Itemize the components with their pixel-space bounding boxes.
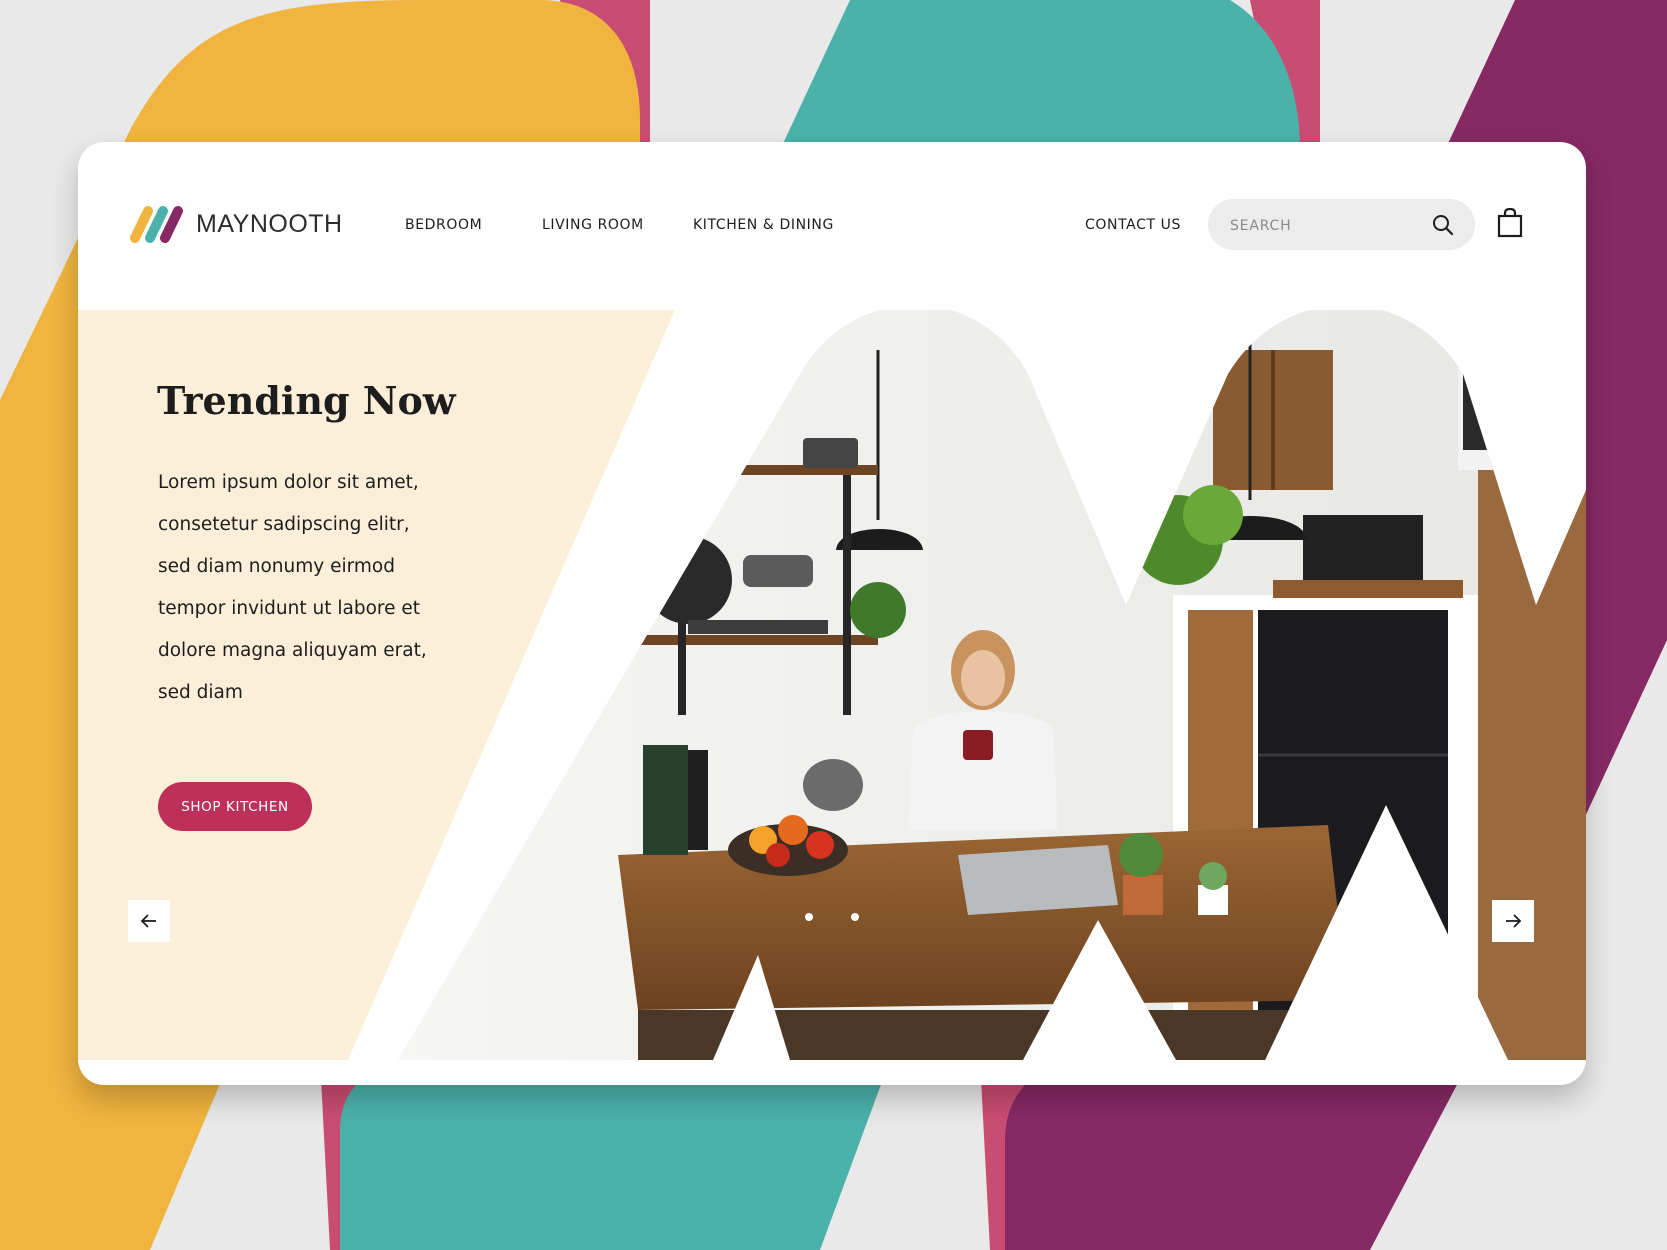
nav-item-kitchen-dining[interactable]: KITCHEN & DINING xyxy=(693,217,834,233)
search-bar xyxy=(1208,199,1475,252)
nav-item-living-room[interactable]: LIVING ROOM xyxy=(542,217,644,233)
carousel-next-button[interactable] xyxy=(1492,900,1534,942)
carousel-dot-2[interactable] xyxy=(851,913,859,921)
search-icon[interactable] xyxy=(1431,213,1455,237)
carousel-prev-button[interactable] xyxy=(128,900,170,942)
website-card: MAYNOOTH BEDROOM LIVING ROOM KITCHEN & D… xyxy=(78,142,1586,1085)
maynooth-logo-mark-icon xyxy=(130,206,183,243)
search-input[interactable] xyxy=(1228,199,1432,252)
brand-name: MAYNOOTH xyxy=(196,209,343,238)
arrow-right-icon xyxy=(1506,914,1522,928)
carousel-dot-1[interactable] xyxy=(805,913,813,921)
shopping-bag-icon[interactable] xyxy=(1497,208,1523,238)
nav-contact-us[interactable]: CONTACT US xyxy=(1085,217,1181,233)
arrow-left-icon xyxy=(140,914,156,928)
brand-logo[interactable]: MAYNOOTH xyxy=(128,204,343,244)
shop-kitchen-button[interactable]: SHOP KITCHEN xyxy=(158,782,312,831)
hero-title: Trending Now xyxy=(157,378,456,423)
hero-description: Lorem ipsum dolor sit amet, consetetur s… xyxy=(158,472,427,703)
nav-item-bedroom[interactable]: BEDROOM xyxy=(405,217,482,233)
